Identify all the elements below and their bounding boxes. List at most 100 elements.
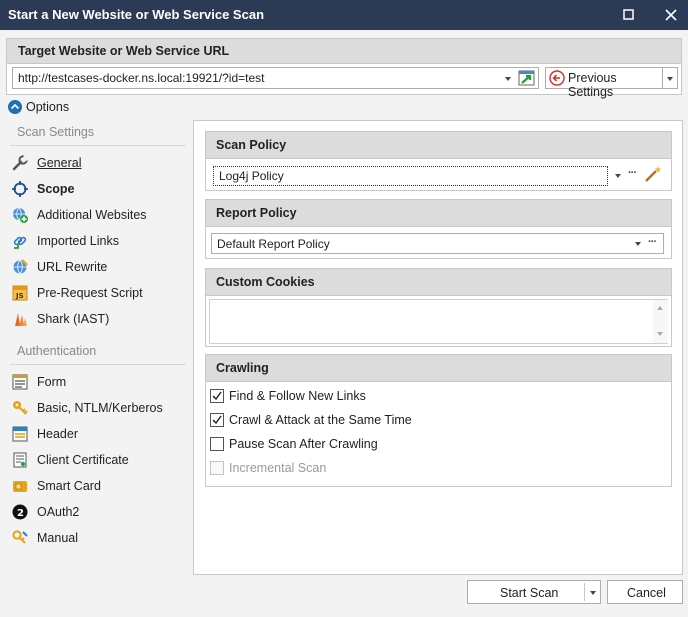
sidebar-item-scope[interactable]: Scope: [10, 178, 190, 200]
maximize-icon: [623, 9, 634, 20]
sidebar-item-client-certificate[interactable]: Client Certificate: [10, 449, 190, 471]
scan-policy-value: Log4j Policy: [219, 169, 284, 183]
scroll-down-icon[interactable]: [657, 332, 663, 336]
sidebar-item-shark-iast[interactable]: Shark (IAST): [10, 308, 190, 330]
start-scan-label: Start Scan: [500, 586, 559, 600]
scan-policy-dropdown-icon[interactable]: [615, 174, 621, 178]
link-import-icon: [12, 233, 28, 249]
cancel-label: Cancel: [627, 586, 666, 600]
sidebar-item-label: Manual: [37, 531, 78, 545]
manual-key-icon: [12, 530, 28, 546]
url-dropdown-icon[interactable]: [505, 77, 511, 81]
shark-icon: [12, 311, 28, 327]
checkmark-icon: [212, 415, 222, 425]
scan-policy-more-button[interactable]: ···: [628, 167, 637, 179]
checkmark-icon: [212, 391, 222, 401]
window-title: Start a New Website or Web Service Scan: [8, 7, 265, 22]
target-url-panel: Target Website or Web Service URL http:/…: [6, 38, 682, 99]
sidebar-item-additional-websites[interactable]: Additional Websites: [10, 204, 190, 226]
report-policy-select[interactable]: Default Report Policy ···: [211, 233, 664, 254]
scope-settings-panel: Scan Policy Log4j Policy ··· Report Poli…: [193, 120, 683, 575]
sidebar-item-label: Basic, NTLM/Kerberos: [37, 401, 163, 415]
target-url-header: Target Website or Web Service URL: [7, 39, 681, 64]
incremental-scan-checkbox: [210, 461, 224, 475]
sidebar-item-label: General: [37, 156, 82, 170]
sidebar-item-pre-request-script[interactable]: JS Pre-Request Script: [10, 282, 190, 304]
previous-settings-dropdown[interactable]: [662, 67, 678, 89]
url-input[interactable]: http://testcases-docker.ns.local:19921/?…: [12, 67, 539, 89]
pause-after-crawling-option[interactable]: Pause Scan After Crawling: [210, 434, 510, 454]
start-scan-button[interactable]: Start Scan: [467, 580, 601, 604]
incremental-scan-option: Incremental Scan: [210, 458, 510, 478]
target-icon: [12, 181, 28, 197]
scrollbar[interactable]: [653, 300, 668, 343]
checkbox-label: Incremental Scan: [229, 461, 327, 475]
js-script-icon: JS: [12, 285, 28, 301]
options-label: Options: [26, 100, 70, 114]
scroll-up-icon[interactable]: [657, 306, 663, 310]
report-policy-header: Report Policy: [206, 200, 671, 227]
close-button[interactable]: [654, 0, 688, 30]
maximize-button[interactable]: [612, 0, 646, 30]
sidebar-item-label: Client Certificate: [37, 453, 129, 467]
find-follow-links-checkbox[interactable]: [210, 389, 224, 403]
crawling-title: Crawling: [216, 361, 269, 375]
sidebar-item-general[interactable]: General: [10, 152, 190, 174]
chevron-down-icon: [667, 77, 673, 81]
start-scan-dropdown-icon[interactable]: [590, 591, 596, 595]
report-policy-title: Report Policy: [216, 206, 297, 220]
header-icon: [12, 426, 28, 442]
previous-settings-label: Previous Settings: [568, 71, 617, 99]
authentication-section-label: Authentication: [17, 344, 97, 358]
previous-settings-button[interactable]: Previous Settings: [545, 67, 663, 99]
scan-settings-section-label: Scan Settings: [17, 125, 95, 139]
sidebar-item-basic-ntlm-kerberos[interactable]: Basic, NTLM/Kerberos: [10, 397, 190, 419]
divider: [10, 364, 186, 365]
sidebar-item-label: Imported Links: [37, 234, 119, 248]
key-icon: [12, 400, 28, 416]
crawling-group: Crawling Find & Follow New Links Crawl &…: [205, 354, 672, 487]
sidebar-item-label: URL Rewrite: [37, 260, 108, 274]
sidebar-item-url-rewrite[interactable]: URL Rewrite: [10, 256, 190, 278]
custom-cookies-group: Custom Cookies: [205, 268, 672, 347]
sidebar-item-manual[interactable]: Manual: [10, 527, 190, 549]
url-rewrite-icon: [12, 259, 28, 275]
custom-cookies-textarea[interactable]: [209, 299, 668, 344]
svg-text:2: 2: [17, 508, 24, 519]
report-policy-dropdown-icon[interactable]: [635, 242, 641, 246]
sidebar-item-label: OAuth2: [37, 505, 80, 519]
sidebar-item-smart-card[interactable]: Smart Card: [10, 475, 190, 497]
collapse-icon: [8, 100, 22, 114]
form-icon: [12, 374, 28, 390]
sidebar-item-form[interactable]: Form: [10, 371, 190, 393]
options-toggle[interactable]: Options: [8, 99, 88, 115]
sidebar-item-header[interactable]: Header: [10, 423, 190, 445]
divider: [10, 145, 186, 146]
find-follow-links-option[interactable]: Find & Follow New Links: [210, 386, 510, 406]
magic-wand-icon[interactable]: [643, 164, 663, 184]
sidebar-item-label: Scope: [37, 182, 75, 196]
checkbox-label: Find & Follow New Links: [229, 389, 366, 403]
url-input-value: http://testcases-docker.ns.local:19921/?…: [18, 71, 265, 85]
sidebar-item-oauth2[interactable]: 2 OAuth2: [10, 501, 190, 523]
certificate-icon: [12, 452, 28, 468]
scan-policy-header: Scan Policy: [206, 132, 671, 159]
report-policy-more-button[interactable]: ···: [648, 236, 657, 248]
checkbox-label: Crawl & Attack at the Same Time: [229, 413, 412, 427]
oauth2-icon: 2: [12, 504, 28, 520]
custom-cookies-title: Custom Cookies: [216, 275, 315, 289]
cancel-button[interactable]: Cancel: [607, 580, 683, 604]
pause-after-crawling-checkbox[interactable]: [210, 437, 224, 451]
scan-policy-select[interactable]: Log4j Policy: [213, 166, 608, 186]
sidebar-item-imported-links[interactable]: Imported Links: [10, 230, 190, 252]
crawl-attack-same-time-option[interactable]: Crawl & Attack at the Same Time: [210, 410, 510, 430]
divider: [584, 583, 585, 601]
crawl-attack-same-time-checkbox[interactable]: [210, 413, 224, 427]
globe-plus-icon: [12, 207, 28, 223]
sidebar-item-label: Pre-Request Script: [37, 286, 143, 300]
open-url-icon[interactable]: [518, 69, 536, 87]
target-url-title: Target Website or Web Service URL: [18, 44, 230, 58]
smart-card-icon: [12, 478, 28, 494]
report-policy-group: Report Policy Default Report Policy ···: [205, 199, 672, 259]
report-policy-value: Default Report Policy: [217, 237, 330, 251]
